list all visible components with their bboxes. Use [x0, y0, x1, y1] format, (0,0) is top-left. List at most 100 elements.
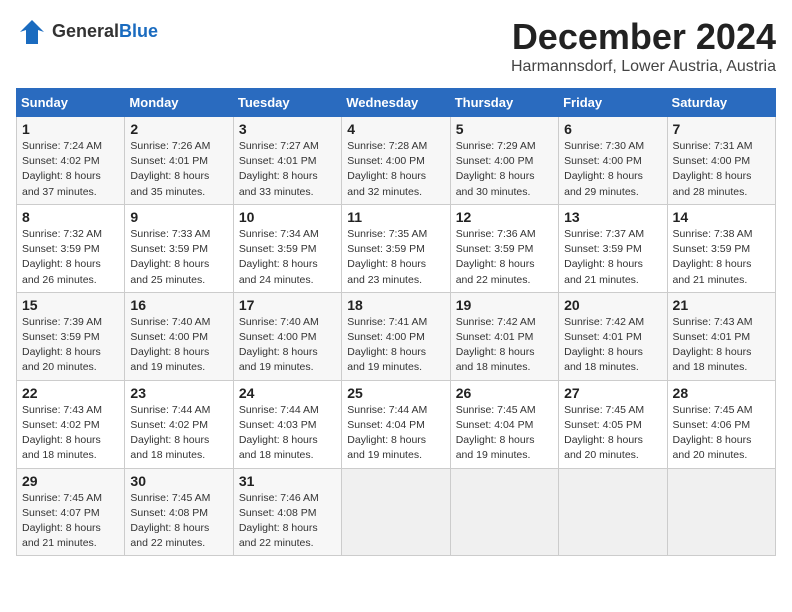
day-number: 28	[673, 385, 770, 401]
day-number: 20	[564, 297, 661, 313]
day-number: 8	[22, 209, 119, 225]
cell-details: Sunrise: 7:40 AM Sunset: 4:00 PM Dayligh…	[239, 315, 336, 376]
week-row-4: 22 Sunrise: 7:43 AM Sunset: 4:02 PM Dayli…	[17, 380, 776, 468]
day-number: 24	[239, 385, 336, 401]
cell-details: Sunrise: 7:31 AM Sunset: 4:00 PM Dayligh…	[673, 139, 770, 200]
calendar-header-row: SundayMondayTuesdayWednesdayThursdayFrid…	[17, 89, 776, 117]
cell-details: Sunrise: 7:46 AM Sunset: 4:08 PM Dayligh…	[239, 491, 336, 552]
calendar-cell: 11Sunrise: 7:35 AM Sunset: 3:59 PM Dayli…	[342, 204, 450, 292]
cell-details: Sunrise: 7:45 AM Sunset: 4:07 PM Dayligh…	[22, 491, 119, 552]
day-number: 5	[456, 121, 553, 137]
cell-details: Sunrise: 7:30 AM Sunset: 4:00 PM Dayligh…	[564, 139, 661, 200]
calendar-cell: 13 Sunrise: 7:37 AM Sunset: 3:59 PM Dayli…	[559, 204, 667, 292]
cell-details: Sunrise: 7:33 AM Sunset: 3:59 PM Dayligh…	[130, 227, 227, 288]
cell-details: Sunrise: 7:34 AM Sunset: 3:59 PM Dayligh…	[239, 227, 336, 288]
day-number: 16	[130, 297, 227, 313]
cell-details: Sunrise: 7:38 AM Sunset: 3:59 PM Dayligh…	[673, 227, 770, 288]
calendar-cell: 27 Sunrise: 7:45 AM Sunset: 4:05 PM Dayli…	[559, 380, 667, 468]
day-number: 9	[130, 209, 227, 225]
calendar-cell: 18Sunrise: 7:41 AM Sunset: 4:00 PM Dayli…	[342, 292, 450, 380]
day-number: 10	[239, 209, 336, 225]
cell-details: Sunrise: 7:44 AM Sunset: 4:02 PM Dayligh…	[130, 403, 227, 464]
column-header-monday: Monday	[125, 89, 233, 117]
cell-details: Sunrise: 7:43 AM Sunset: 4:02 PM Dayligh…	[22, 403, 119, 464]
column-header-saturday: Saturday	[667, 89, 775, 117]
day-number: 3	[239, 121, 336, 137]
calendar-cell: 5 Sunrise: 7:29 AM Sunset: 4:00 PM Daylig…	[450, 117, 558, 205]
cell-details: Sunrise: 7:24 AM Sunset: 4:02 PM Dayligh…	[22, 139, 119, 200]
column-header-wednesday: Wednesday	[342, 89, 450, 117]
calendar-cell: 19 Sunrise: 7:42 AM Sunset: 4:01 PM Dayli…	[450, 292, 558, 380]
calendar-cell: 12 Sunrise: 7:36 AM Sunset: 3:59 PM Dayli…	[450, 204, 558, 292]
calendar-cell: 24 Sunrise: 7:44 AM Sunset: 4:03 PM Dayli…	[233, 380, 341, 468]
cell-details: Sunrise: 7:44 AM Sunset: 4:04 PM Dayligh…	[347, 403, 444, 464]
cell-details: Sunrise: 7:44 AM Sunset: 4:03 PM Dayligh…	[239, 403, 336, 464]
column-header-sunday: Sunday	[17, 89, 125, 117]
column-header-friday: Friday	[559, 89, 667, 117]
day-number: 18	[347, 297, 444, 313]
day-number: 23	[130, 385, 227, 401]
day-number: 2	[130, 121, 227, 137]
day-number: 17	[239, 297, 336, 313]
day-number: 30	[130, 473, 227, 489]
calendar-cell: 29 Sunrise: 7:45 AM Sunset: 4:07 PM Dayli…	[17, 468, 125, 556]
calendar-cell	[342, 468, 450, 556]
calendar-cell	[559, 468, 667, 556]
week-row-1: 1 Sunrise: 7:24 AM Sunset: 4:02 PM Daylig…	[17, 117, 776, 205]
calendar-cell: 1 Sunrise: 7:24 AM Sunset: 4:02 PM Daylig…	[17, 117, 125, 205]
cell-details: Sunrise: 7:42 AM Sunset: 4:01 PM Dayligh…	[456, 315, 553, 376]
day-number: 15	[22, 297, 119, 313]
logo-icon	[16, 16, 48, 48]
calendar-cell: 17 Sunrise: 7:40 AM Sunset: 4:00 PM Dayli…	[233, 292, 341, 380]
column-header-thursday: Thursday	[450, 89, 558, 117]
calendar-cell: 8 Sunrise: 7:32 AM Sunset: 3:59 PM Daylig…	[17, 204, 125, 292]
calendar-cell: 20 Sunrise: 7:42 AM Sunset: 4:01 PM Dayli…	[559, 292, 667, 380]
day-number: 29	[22, 473, 119, 489]
day-number: 1	[22, 121, 119, 137]
day-number: 12	[456, 209, 553, 225]
day-number: 13	[564, 209, 661, 225]
week-row-2: 8 Sunrise: 7:32 AM Sunset: 3:59 PM Daylig…	[17, 204, 776, 292]
day-number: 31	[239, 473, 336, 489]
calendar-cell: 26Sunrise: 7:45 AM Sunset: 4:04 PM Dayli…	[450, 380, 558, 468]
calendar-cell: 25 Sunrise: 7:44 AM Sunset: 4:04 PM Dayli…	[342, 380, 450, 468]
cell-details: Sunrise: 7:36 AM Sunset: 3:59 PM Dayligh…	[456, 227, 553, 288]
cell-details: Sunrise: 7:32 AM Sunset: 3:59 PM Dayligh…	[22, 227, 119, 288]
calendar-cell: 15 Sunrise: 7:39 AM Sunset: 3:59 PM Dayli…	[17, 292, 125, 380]
cell-details: Sunrise: 7:39 AM Sunset: 3:59 PM Dayligh…	[22, 315, 119, 376]
logo-blue: Blue	[119, 21, 158, 41]
week-row-3: 15 Sunrise: 7:39 AM Sunset: 3:59 PM Dayli…	[17, 292, 776, 380]
cell-details: Sunrise: 7:45 AM Sunset: 4:05 PM Dayligh…	[564, 403, 661, 464]
calendar-cell: 6 Sunrise: 7:30 AM Sunset: 4:00 PM Daylig…	[559, 117, 667, 205]
cell-details: Sunrise: 7:35 AM Sunset: 3:59 PM Dayligh…	[347, 227, 444, 288]
calendar-cell: 3Sunrise: 7:27 AM Sunset: 4:01 PM Daylig…	[233, 117, 341, 205]
calendar-cell: 30Sunrise: 7:45 AM Sunset: 4:08 PM Dayli…	[125, 468, 233, 556]
logo-general: General	[52, 21, 119, 41]
calendar-cell: 9 Sunrise: 7:33 AM Sunset: 3:59 PM Daylig…	[125, 204, 233, 292]
cell-details: Sunrise: 7:28 AM Sunset: 4:00 PM Dayligh…	[347, 139, 444, 200]
month-title: December 2024	[511, 16, 776, 58]
day-number: 21	[673, 297, 770, 313]
day-number: 7	[673, 121, 770, 137]
calendar-body: 1 Sunrise: 7:24 AM Sunset: 4:02 PM Daylig…	[17, 117, 776, 556]
day-number: 6	[564, 121, 661, 137]
calendar-cell: 21Sunrise: 7:43 AM Sunset: 4:01 PM Dayli…	[667, 292, 775, 380]
cell-details: Sunrise: 7:45 AM Sunset: 4:06 PM Dayligh…	[673, 403, 770, 464]
day-number: 25	[347, 385, 444, 401]
calendar-cell: 2Sunrise: 7:26 AM Sunset: 4:01 PM Daylig…	[125, 117, 233, 205]
calendar-cell	[450, 468, 558, 556]
cell-details: Sunrise: 7:42 AM Sunset: 4:01 PM Dayligh…	[564, 315, 661, 376]
calendar-table: SundayMondayTuesdayWednesdayThursdayFrid…	[16, 88, 776, 556]
day-number: 19	[456, 297, 553, 313]
title-area: December 2024 Harmannsdorf, Lower Austri…	[511, 16, 776, 76]
calendar-cell: 4 Sunrise: 7:28 AM Sunset: 4:00 PM Daylig…	[342, 117, 450, 205]
calendar-cell: 23 Sunrise: 7:44 AM Sunset: 4:02 PM Dayli…	[125, 380, 233, 468]
cell-details: Sunrise: 7:37 AM Sunset: 3:59 PM Dayligh…	[564, 227, 661, 288]
cell-details: Sunrise: 7:29 AM Sunset: 4:00 PM Dayligh…	[456, 139, 553, 200]
column-header-tuesday: Tuesday	[233, 89, 341, 117]
calendar-cell: 10 Sunrise: 7:34 AM Sunset: 3:59 PM Dayli…	[233, 204, 341, 292]
day-number: 27	[564, 385, 661, 401]
day-number: 22	[22, 385, 119, 401]
cell-details: Sunrise: 7:45 AM Sunset: 4:04 PM Dayligh…	[456, 403, 553, 464]
day-number: 4	[347, 121, 444, 137]
